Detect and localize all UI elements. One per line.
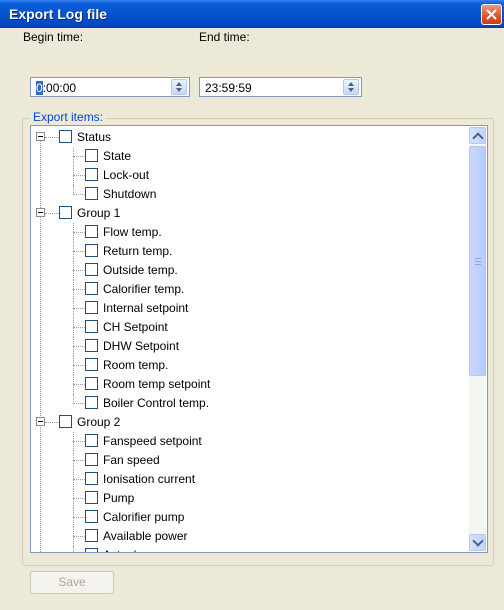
spin-down-icon[interactable] [176, 88, 182, 92]
group-checkbox[interactable] [59, 206, 72, 219]
tree-item-row[interactable]: State [31, 147, 471, 166]
group-checkbox[interactable] [59, 415, 72, 428]
tree-item-row[interactable]: Outside temp. [31, 261, 471, 280]
item-label: Fan speed [103, 453, 160, 467]
item-label: Actual power [103, 548, 172, 552]
scroll-down-button[interactable] [469, 534, 486, 551]
tree-item-row[interactable]: Available power [31, 527, 471, 546]
item-label: DHW Setpoint [103, 339, 180, 353]
item-checkbox[interactable] [85, 434, 98, 447]
item-label: CH Setpoint [103, 320, 168, 334]
save-button[interactable]: Save [30, 571, 114, 594]
begin-time-hour-selected: 0 [36, 81, 43, 95]
begin-time-rest: :00:00 [42, 81, 77, 95]
tree-item-row[interactable]: Room temp setpoint [31, 375, 471, 394]
item-label: Available power [103, 529, 188, 543]
begin-time-field[interactable]: 0:00:00 [30, 77, 190, 97]
item-checkbox[interactable] [85, 510, 98, 523]
chevron-up-icon [472, 132, 484, 144]
tree-group-row[interactable]: Status [31, 128, 471, 147]
tree-scrollbar[interactable] [469, 127, 486, 551]
tree-item-row[interactable]: Calorifier pump [31, 508, 471, 527]
tree-group-row[interactable]: Group 2 [31, 413, 471, 432]
item-label: Flow temp. [103, 225, 162, 239]
spin-up-icon[interactable] [348, 82, 354, 86]
tree-item-row[interactable]: Ionisation current [31, 470, 471, 489]
tree-item-row[interactable]: Lock-out [31, 166, 471, 185]
collapse-icon[interactable] [36, 132, 45, 141]
tree-item-row[interactable]: Shutdown [31, 185, 471, 204]
item-checkbox[interactable] [85, 301, 98, 314]
tree-item-row[interactable]: Actual power [31, 546, 471, 552]
item-label: Room temp setpoint [103, 377, 211, 391]
item-label: Fanspeed setpoint [103, 434, 202, 448]
item-label: State [103, 149, 132, 163]
tree-item-row[interactable]: Pump [31, 489, 471, 508]
item-label: Return temp. [103, 244, 173, 258]
item-checkbox[interactable] [85, 320, 98, 333]
item-checkbox[interactable] [85, 244, 98, 257]
item-checkbox[interactable] [85, 187, 98, 200]
end-time-value: 23:59:59 [205, 81, 252, 95]
tree-item-row[interactable]: Room temp. [31, 356, 471, 375]
group-label: Group 2 [77, 415, 121, 429]
group-label: Group 1 [77, 206, 121, 220]
group-label: Status [77, 130, 112, 144]
item-checkbox[interactable] [85, 339, 98, 352]
collapse-icon[interactable] [36, 417, 45, 426]
title-bar[interactable]: Export Log file [0, 0, 504, 28]
item-label: Calorifier pump [103, 510, 185, 524]
item-checkbox[interactable] [85, 472, 98, 485]
item-checkbox[interactable] [85, 263, 98, 276]
item-label: Shutdown [103, 187, 157, 201]
item-label: Lock-out [103, 168, 150, 182]
item-checkbox[interactable] [85, 548, 98, 552]
chevron-down-icon [472, 535, 484, 547]
scroll-up-button[interactable] [469, 127, 486, 144]
tree-item-row[interactable]: Boiler Control temp. [31, 394, 471, 413]
item-label: Boiler Control temp. [103, 396, 210, 410]
item-label: Calorifier temp. [103, 282, 185, 296]
tree-item-row[interactable]: Fanspeed setpoint [31, 432, 471, 451]
close-icon [486, 9, 497, 20]
tree-item-row[interactable]: Calorifier temp. [31, 280, 471, 299]
tree-item-row[interactable]: CH Setpoint [31, 318, 471, 337]
item-checkbox[interactable] [85, 282, 98, 295]
item-checkbox[interactable] [85, 453, 98, 466]
export-items-legend: Export items: [30, 110, 107, 124]
item-checkbox[interactable] [85, 377, 98, 390]
spin-down-icon[interactable] [348, 88, 354, 92]
tree-item-row[interactable]: Internal setpoint [31, 299, 471, 318]
end-time-label: End time: [199, 30, 250, 44]
item-checkbox[interactable] [85, 491, 98, 504]
collapse-icon[interactable] [36, 208, 45, 217]
tree-item-row[interactable]: Flow temp. [31, 223, 471, 242]
item-checkbox[interactable] [85, 225, 98, 238]
tree-item-row[interactable]: Fan speed [31, 451, 471, 470]
begin-time-label: Begin time: [23, 30, 84, 44]
scroll-thumb[interactable] [469, 146, 486, 376]
end-time-field[interactable]: 23:59:59 [199, 77, 362, 97]
spin-up-icon[interactable] [176, 82, 182, 86]
export-log-dialog: Export Log file Begin time: 0:00:00 End … [0, 0, 504, 610]
begin-time-spinner[interactable] [171, 79, 187, 95]
end-time-spinner[interactable] [343, 79, 359, 95]
tree-item-row[interactable]: Return temp. [31, 242, 471, 261]
item-label: Ionisation current [103, 472, 196, 486]
item-label: Pump [103, 491, 135, 505]
item-label: Room temp. [103, 358, 169, 372]
tree-group-row[interactable]: Group 1 [31, 204, 471, 223]
item-checkbox[interactable] [85, 529, 98, 542]
item-checkbox[interactable] [85, 358, 98, 371]
item-checkbox[interactable] [85, 396, 98, 409]
close-button[interactable] [481, 4, 502, 25]
export-items-tree[interactable]: Status State Lock-out Shutdown Group 1 Flow t… [30, 125, 488, 553]
item-label: Outside temp. [103, 263, 178, 277]
item-checkbox[interactable] [85, 149, 98, 162]
tree-item-row[interactable]: DHW Setpoint [31, 337, 471, 356]
window-title: Export Log file [9, 6, 107, 22]
item-checkbox[interactable] [85, 168, 98, 181]
item-label: Internal setpoint [103, 301, 189, 315]
group-checkbox[interactable] [59, 130, 72, 143]
